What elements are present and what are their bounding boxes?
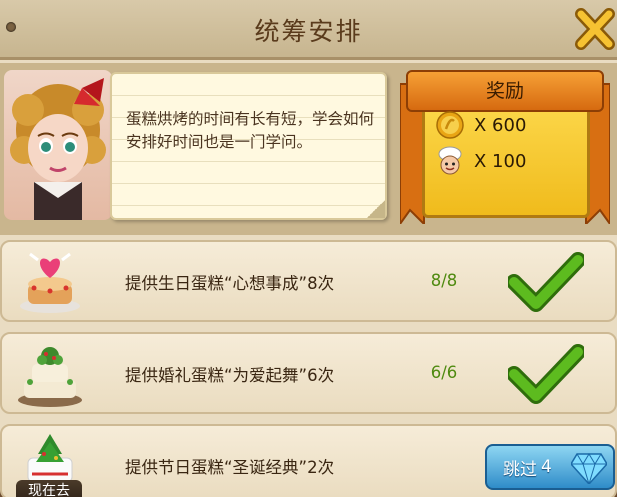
task-label: 提供节日蛋糕“圣诞经典”2次 xyxy=(125,458,335,477)
diamond-icon xyxy=(571,453,607,484)
task-progress: 6/6 xyxy=(430,363,458,382)
reward-item-chef: X 100 xyxy=(436,146,526,176)
reward-panel: 奖励 X 600 X 100 xyxy=(400,66,610,231)
reward-amount-chef: X 100 xyxy=(474,150,527,172)
reward-amount-coins: X 600 xyxy=(474,114,527,136)
skip-button[interactable]: 跳过 4 xyxy=(485,444,615,490)
reward-item-coins: X 600 xyxy=(436,110,526,140)
go-now-button[interactable]: 现在去 xyxy=(16,480,82,497)
character-portrait xyxy=(4,70,112,220)
task-dialog: 统筹安排 蛋糕烘烤的时间有长有短，学会如何安排好时间也是一门学问。 奖励 X 6… xyxy=(0,0,617,497)
checkmark-icon xyxy=(508,252,584,312)
wedding-cake-icon xyxy=(18,347,82,407)
dialogue-note: 蛋糕烘烤的时间有长有短，学会如何安排好时间也是一门学问。 xyxy=(110,72,387,220)
task-progress: 8/8 xyxy=(430,271,458,290)
skip-label: 跳过 xyxy=(503,459,537,480)
task-row: 提供婚礼蛋糕“为爱起舞”6次 6/6 xyxy=(0,332,617,414)
title-bar: 统筹安排 xyxy=(0,0,617,60)
close-button[interactable] xyxy=(575,6,615,52)
dialog-title: 统筹安排 xyxy=(254,17,363,46)
birthday-cake-icon xyxy=(20,252,80,313)
task-label: 提供生日蛋糕“心想事成”8次 xyxy=(125,274,335,293)
note-fold-decoration xyxy=(367,200,385,218)
task-row: 提供生日蛋糕“心想事成”8次 8/8 xyxy=(0,240,617,322)
reward-title: 奖励 xyxy=(406,70,604,112)
close-icon xyxy=(575,8,615,50)
chef-head-icon xyxy=(438,146,462,175)
skip-cost: 4 xyxy=(541,457,552,477)
dialogue-text: 蛋糕烘烤的时间有长有短，学会如何安排好时间也是一门学问。 xyxy=(126,110,375,151)
checkmark-icon xyxy=(508,344,584,404)
gold-coin-icon xyxy=(436,111,464,139)
task-label: 提供婚礼蛋糕“为爱起舞”6次 xyxy=(125,366,335,385)
task-row: 现在去 提供节日蛋糕“圣诞经典”2次 跳过 4 xyxy=(0,424,617,497)
